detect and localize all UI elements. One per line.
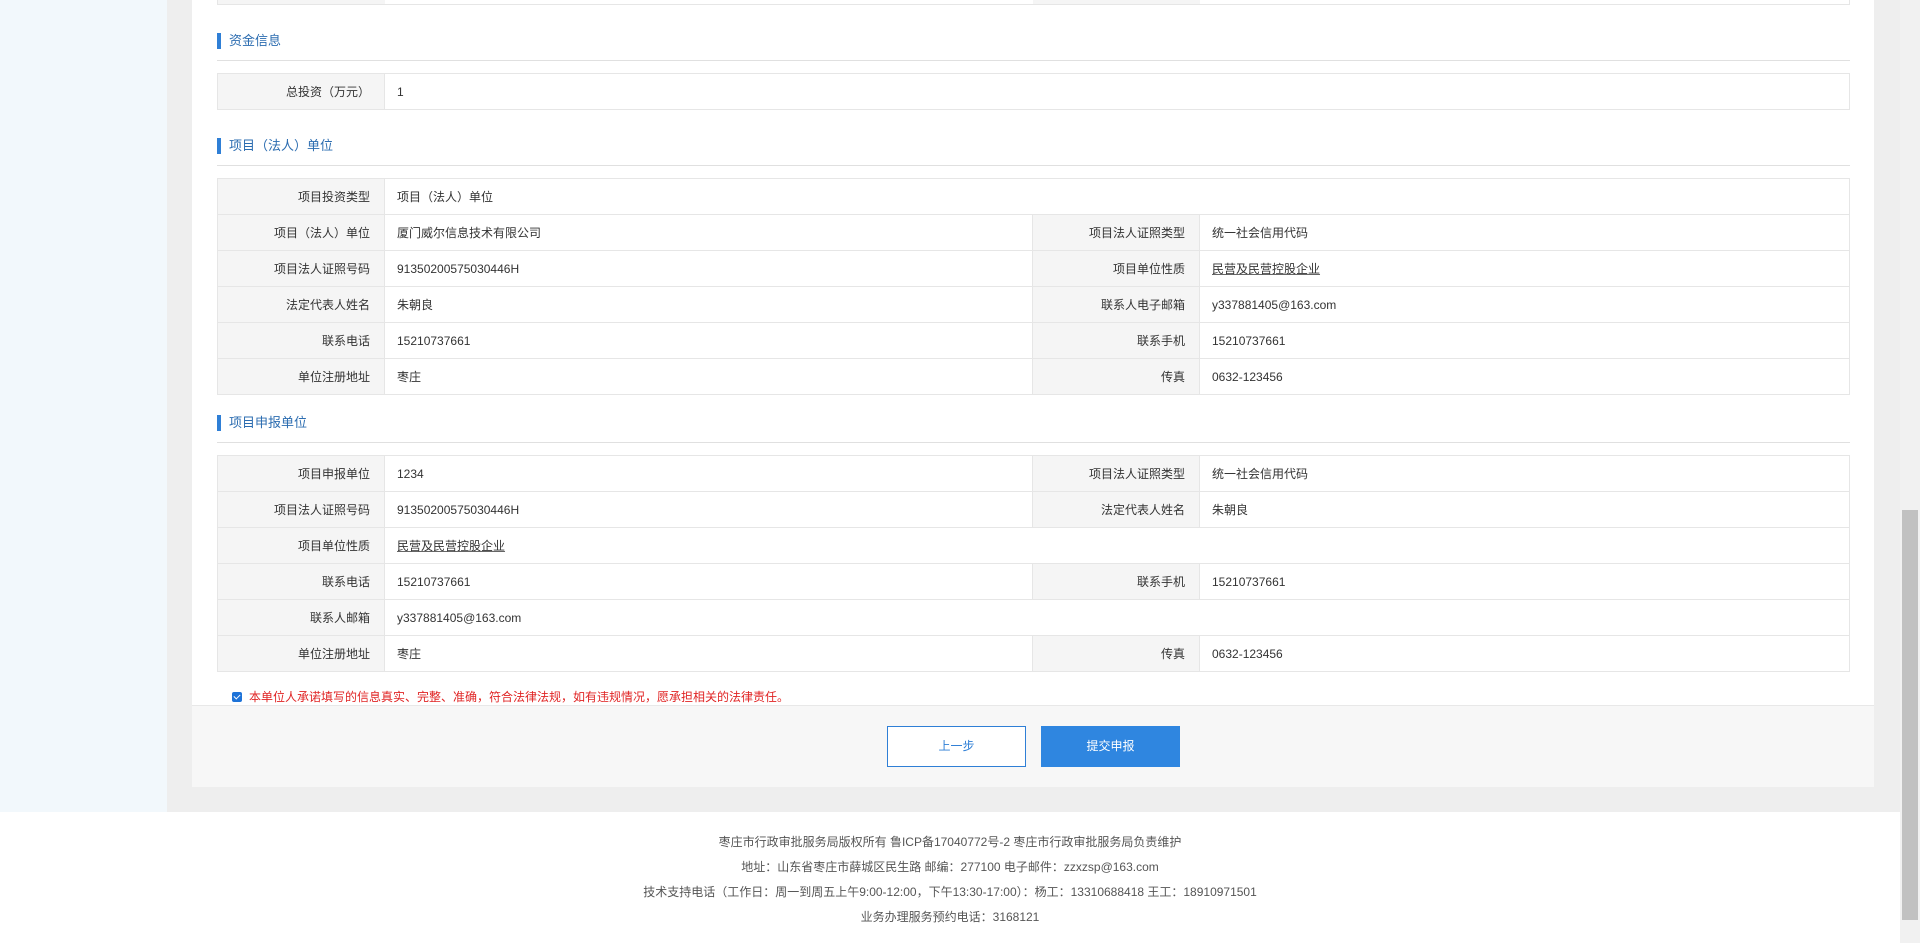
legal-unit-table: 项目投资类型 项目（法人）单位 项目（法人）单位 厦门威尔信息技术有限公司 项目… — [217, 178, 1850, 395]
mobile-label: 联系手机 — [1032, 563, 1200, 600]
fax-label: 传真 — [1032, 358, 1200, 395]
commitment-row: 本单位人承诺填写的信息真实、完整、准确，符合法律法规，如有违规情况，愿承担相关的… — [232, 688, 789, 705]
prev-step-button[interactable]: 上一步 — [887, 726, 1026, 767]
address-label: 单位注册地址 — [217, 358, 385, 395]
address-label: 单位注册地址 — [217, 635, 385, 672]
investment-type-value: 项目（法人）单位 — [384, 178, 1850, 215]
table-row: 项目（法人）单位 厦门威尔信息技术有限公司 项目法人证照类型 统一社会信用代码 — [217, 214, 1850, 251]
previous-table-edge — [217, 0, 1850, 5]
contact-email-label: 联系人电子邮箱 — [1032, 286, 1200, 323]
table-row: 单位注册地址 枣庄 传真 0632-123456 — [217, 635, 1850, 672]
commitment-text: 本单位人承诺填写的信息真实、完整、准确，符合法律法规，如有违规情况，愿承担相关的… — [249, 690, 790, 704]
phone-value: 15210737661 — [384, 563, 1033, 600]
submit-button[interactable]: 提交申报 — [1041, 726, 1180, 767]
table-row: 单位注册地址 枣庄 传真 0632-123456 — [217, 358, 1850, 395]
investment-type-label: 项目投资类型 — [217, 178, 385, 215]
fax-value: 0632-123456 — [1199, 358, 1850, 395]
table-row: 联系电话 15210737661 联系手机 15210737661 — [217, 563, 1850, 600]
declare-unit-label: 项目申报单位 — [217, 455, 385, 492]
mobile-value: 15210737661 — [1199, 563, 1850, 600]
phone-label: 联系电话 — [217, 322, 385, 359]
legal-rep-value: 朱朝良 — [1199, 491, 1850, 528]
unit-nature-label: 项目单位性质 — [1032, 250, 1200, 287]
declare-unit-value: 1234 — [384, 455, 1033, 492]
commitment-checkbox[interactable] — [232, 691, 242, 702]
legal-unit-value: 厦门威尔信息技术有限公司 — [384, 214, 1033, 251]
total-investment-value: 1 — [384, 73, 1850, 110]
table-row: 项目单位性质 民营及民营控股企业 — [217, 527, 1850, 564]
section-title-legal-unit: 项目（法人）单位 — [217, 138, 1850, 166]
address-value: 枣庄 — [384, 358, 1033, 395]
declare-unit-table: 项目申报单位 1234 项目法人证照类型 统一社会信用代码 项目法人证照号码 9… — [217, 455, 1850, 672]
vertical-scrollbar[interactable] — [1900, 0, 1920, 943]
license-type-label: 项目法人证照类型 — [1032, 214, 1200, 251]
license-type-value: 统一社会信用代码 — [1199, 455, 1850, 492]
section-title-funding: 资金信息 — [217, 33, 1850, 61]
footer-hotline: 业务办理服务预约电话：3168121 — [860, 910, 1040, 924]
license-type-label: 项目法人证照类型 — [1032, 455, 1200, 492]
table-row: 总投资（万元） 1 — [217, 73, 1850, 110]
license-no-label: 项目法人证照号码 — [217, 491, 385, 528]
table-row: 项目投资类型 项目（法人）单位 — [217, 178, 1850, 215]
table-row: 法定代表人姓名 朱朝良 联系人电子邮箱 y337881405@163.com — [217, 286, 1850, 323]
license-no-value: 91350200575030446H — [384, 250, 1033, 287]
unit-nature-value: 民营及民营控股企业 — [397, 539, 506, 553]
phone-label: 联系电话 — [217, 563, 385, 600]
fax-value: 0632-123456 — [1199, 635, 1850, 672]
unit-nature-value: 民营及民营控股企业 — [1212, 262, 1321, 276]
table-row: 项目申报单位 1234 项目法人证照类型 统一社会信用代码 — [217, 455, 1850, 492]
fax-label: 传真 — [1032, 635, 1200, 672]
contact-email-value: y337881405@163.com — [1199, 286, 1850, 323]
table-row: 联系人邮箱 y337881405@163.com — [217, 599, 1850, 636]
license-no-value: 91350200575030446H — [384, 491, 1033, 528]
legal-rep-value: 朱朝良 — [384, 286, 1033, 323]
total-investment-label: 总投资（万元） — [217, 73, 385, 110]
address-value: 枣庄 — [384, 635, 1033, 672]
legal-unit-label: 项目（法人）单位 — [217, 214, 385, 251]
table-row: 联系电话 15210737661 联系手机 15210737661 — [217, 322, 1850, 359]
form-content: 资金信息 总投资（万元） 1 项目（法人）单位 项目投资类型 项目（法人）单位 … — [217, 0, 1850, 672]
phone-value: 15210737661 — [384, 322, 1033, 359]
license-type-value: 统一社会信用代码 — [1199, 214, 1850, 251]
table-row: 项目法人证照号码 91350200575030446H 法定代表人姓名 朱朝良 — [217, 491, 1850, 528]
left-sidebar-strip — [0, 0, 167, 812]
legal-rep-label: 法定代表人姓名 — [217, 286, 385, 323]
section-title-declare-unit: 项目申报单位 — [217, 415, 1850, 443]
page-footer: 枣庄市行政审批服务局版权所有 鲁ICP备17040772号-2 枣庄市行政审批服… — [0, 812, 1900, 943]
license-no-label: 项目法人证照号码 — [217, 250, 385, 287]
form-card: 资金信息 总投资（万元） 1 项目（法人）单位 项目投资类型 项目（法人）单位 … — [192, 0, 1874, 787]
footer-address: 地址：山东省枣庄市薛城区民生路 邮编：277100 电子邮件：zzxzsp@16… — [741, 860, 1159, 874]
funding-table: 总投资（万元） 1 — [217, 73, 1850, 110]
button-bar: 上一步 提交申报 — [192, 705, 1874, 787]
footer-support: 技术支持电话（工作日：周一到周五上午9:00-12:00，下午13:30-17:… — [643, 885, 1257, 899]
legal-rep-label: 法定代表人姓名 — [1032, 491, 1200, 528]
table-row: 项目法人证照号码 91350200575030446H 项目单位性质 民营及民营… — [217, 250, 1850, 287]
scrollbar-thumb[interactable] — [1902, 510, 1918, 920]
mobile-value: 15210737661 — [1199, 322, 1850, 359]
contact-email-value: y337881405@163.com — [384, 599, 1850, 636]
contact-email-label: 联系人邮箱 — [217, 599, 385, 636]
footer-copyright: 枣庄市行政审批服务局版权所有 鲁ICP备17040772号-2 枣庄市行政审批服… — [718, 835, 1182, 849]
unit-nature-label: 项目单位性质 — [217, 527, 385, 564]
mobile-label: 联系手机 — [1032, 322, 1200, 359]
